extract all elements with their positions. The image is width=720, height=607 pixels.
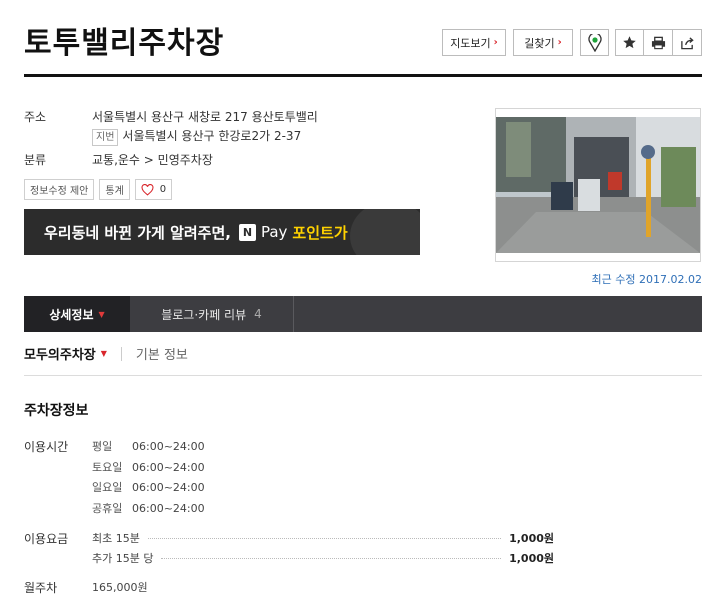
fee-label: 이용요금 [24,532,69,546]
jibun-value: 서울특별시 용산구 한강로2가 2-37 [122,129,302,143]
fee-price: 1,000원 [509,552,554,565]
dotted-leader [161,557,502,559]
detail-tabs: 상세정보 ▼ 블로그·카페 리뷰 4 [24,296,702,332]
suggest-edit-button[interactable]: 정보수정 제안 [24,179,95,200]
map-view-label: 지도보기 [450,36,491,50]
like-count: 0 [159,184,167,195]
print-icon [651,36,665,49]
hours-day: 공휴일 [92,502,123,515]
fee-price: 1,000원 [509,532,554,545]
hours-time: 06:00~24:00 [132,461,205,474]
subtab-rule [24,375,702,376]
category-label: 분류 [24,153,47,167]
hours-row: 일요일 06:00~24:00 [92,479,205,495]
location-pin-icon [587,33,602,52]
hours-day: 평일 [92,440,113,453]
share-button[interactable] [673,29,702,56]
fee-row: 추가 15분 당 1,000원 [92,550,554,566]
chevron-right-icon: › [557,37,562,48]
triangle-down-icon: ▼ [98,309,105,319]
parking-entrance-photo [496,117,700,253]
like-button[interactable]: 0 [134,179,173,200]
address-label: 주소 [24,110,47,124]
info-chips: 정보수정 제안 통계 0 [24,179,177,200]
share-icon [680,36,694,49]
hours-time: 06:00~24:00 [132,440,205,453]
fee-item-label: 최초 15분 [92,532,140,545]
banner-pay-label: Pay [260,223,288,241]
subtab-divider [120,346,122,361]
hours-row: 평일 06:00~24:00 [92,438,205,454]
jibun-row: 지번 서울특별시 용산구 한강로2가 2-37 [92,127,301,146]
tab-review-count: 4 [254,307,262,321]
jibun-badge: 지번 [92,129,119,146]
hours-time: 06:00~24:00 [132,502,205,515]
directions-button[interactable]: 길찾기 › [513,29,573,56]
monthly-label: 월주차 [24,581,58,595]
banner-text-primary: 우리동네 바뀐 가게 알려주면, [44,223,231,242]
hours-row: 토요일 06:00~24:00 [92,459,205,475]
triangle-down-icon: ▼ [100,349,107,358]
subtab-modu-parking[interactable]: 모두의주차장 ▼ [24,344,107,363]
title-divider [24,74,702,77]
tab-blog-review[interactable]: 블로그·카페 리뷰 4 [130,296,294,332]
hours-label: 이용시간 [24,440,69,454]
hours-row: 공휴일 06:00~24:00 [92,500,205,516]
subtab-basic-info[interactable]: 기본 정보 [136,344,188,363]
sub-tabs: 모두의주차장 ▼ 기본 정보 [24,344,188,363]
dotted-leader [147,537,502,539]
chevron-right-icon: › [493,37,498,48]
naver-logo-icon: N [238,223,256,241]
hours-day: 일요일 [92,481,123,494]
stats-button[interactable]: 통계 [99,179,130,200]
fee-item-label: 추가 15분 당 [92,552,154,565]
location-pin-button[interactable] [580,29,609,56]
npay-promo-banner[interactable]: 우리동네 바뀐 가게 알려주면, N Pay 포인트가 펑펑! [24,209,420,255]
category-value: 교통,운수 > 민영주차장 [92,153,213,167]
star-icon [623,36,636,49]
place-photo[interactable] [495,108,701,262]
fee-row: 최초 15분 1,000원 [92,530,554,546]
hours-day: 토요일 [92,461,123,474]
print-button[interactable] [644,29,673,56]
page-title: 토투밸리주차장 [24,26,225,61]
directions-label: 길찾기 [524,36,555,50]
favorite-button[interactable] [615,29,644,56]
tab-detail[interactable]: 상세정보 ▼ [24,296,130,332]
tab-detail-label: 상세정보 [49,307,94,322]
last-updated: 최근 수정 2017.02.02 [591,273,702,286]
map-view-button[interactable]: 지도보기 › [442,29,506,56]
section-title: 주차장정보 [24,403,89,419]
address-value: 서울특별시 용산구 새창로 217 용산토투밸리 [92,110,318,124]
monthly-value: 165,000원 [92,581,148,594]
top-actions: 지도보기 › 길찾기 › [442,29,702,56]
subtab-modu-label: 모두의주차장 [24,348,96,363]
hours-time: 06:00~24:00 [132,481,205,494]
tab-review-label: 블로그·카페 리뷰 [161,307,247,322]
heart-icon [141,183,154,196]
banner-decoration [350,209,420,255]
